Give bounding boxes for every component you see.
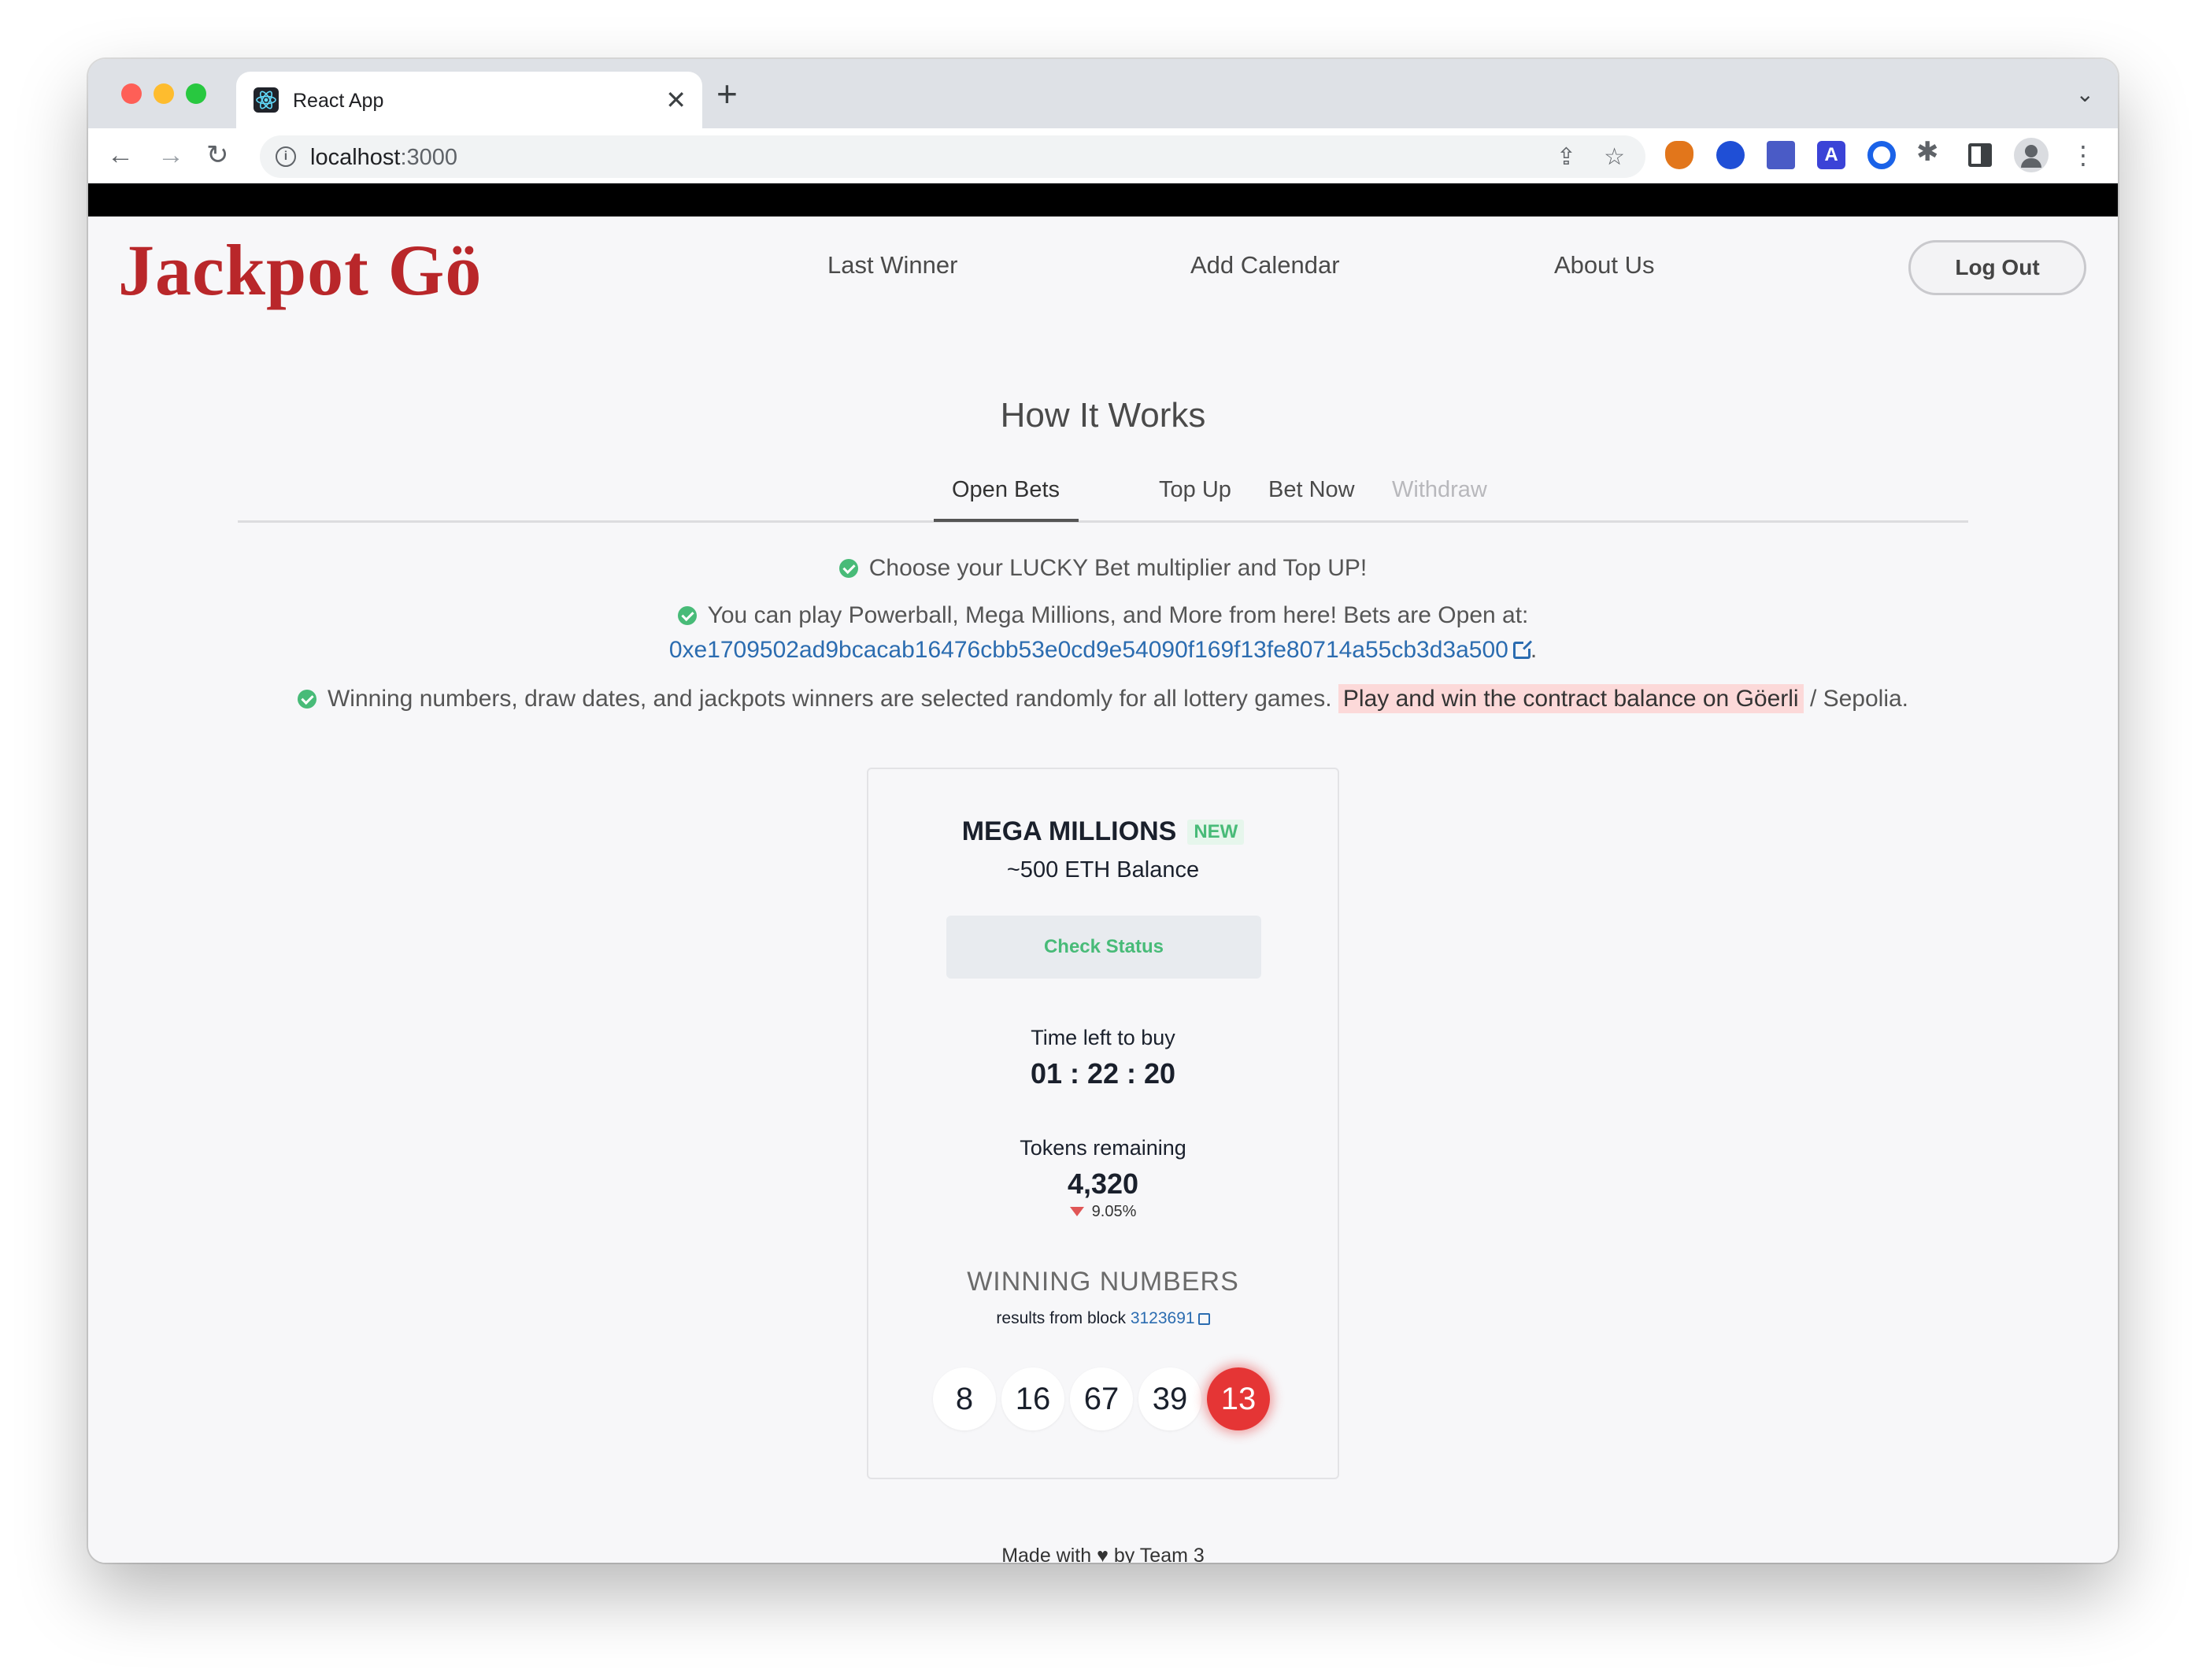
tab-title: React App — [293, 90, 384, 112]
tokens-value: 4,320 — [1067, 1167, 1139, 1200]
url-text[interactable]: localhost:3000 — [310, 145, 457, 171]
url-host: localhost — [310, 145, 401, 170]
page-title: How It Works — [1000, 396, 1206, 435]
check-status-button[interactable]: Check Status — [946, 916, 1261, 979]
browser-window: React App ✕ + ⌄ ← → ↻ i localhost:3000 ⇪… — [88, 59, 2118, 1563]
footer-text-before: Made with — [1001, 1545, 1092, 1563]
forward-arrow-icon[interactable]: → — [157, 138, 184, 172]
close-window-button[interactable] — [121, 83, 142, 104]
heart-icon: ♥ — [1097, 1545, 1109, 1563]
external-link-icon[interactable] — [1512, 639, 1533, 659]
lottery-card: MEGA MILLIONS NEW ~500 ETH Balance Check … — [867, 768, 1339, 1479]
external-link-icon[interactable] — [1197, 1313, 1210, 1325]
active-tab-indicator — [934, 519, 1079, 522]
maximize-window-button[interactable] — [186, 83, 206, 104]
info-text-2: You can play Powerball, Mega Millions, a… — [707, 602, 1529, 628]
extension-ring-icon[interactable] — [1867, 141, 1896, 169]
new-badge: NEW — [1187, 820, 1245, 845]
check-circle-icon — [677, 606, 697, 625]
nav-add-calendar[interactable]: Add Calendar — [1190, 251, 1340, 279]
time-left-value: 01 : 22 : 20 — [1030, 1057, 1176, 1090]
tokens-change: 9.05% — [868, 1203, 1338, 1221]
minimize-window-button[interactable] — [154, 83, 174, 104]
address-bar[interactable]: i localhost:3000 ⇪ ☆ — [260, 135, 1645, 178]
tabs: Open Bets Top Up Bet Now Withdraw — [238, 472, 1968, 523]
logout-button[interactable]: Log Out — [1908, 240, 2086, 295]
close-icon[interactable]: ✕ — [665, 84, 687, 116]
nav-about-us[interactable]: About Us — [1554, 251, 1655, 279]
results-line: results from block 3123691 — [868, 1309, 1338, 1328]
page-content: Jackpot Gö Last Winner Add Calendar Abou… — [88, 216, 2118, 1563]
react-icon — [254, 87, 279, 113]
tab-bet-now[interactable]: Bet Now — [1268, 477, 1355, 503]
number-ball: 8 — [933, 1367, 996, 1430]
metamask-fox-icon[interactable] — [1665, 141, 1693, 169]
highlighted-text: Play and win the contract balance on Göe… — [1338, 684, 1804, 713]
tab-withdraw: Withdraw — [1392, 477, 1487, 502]
nav-last-winner[interactable]: Last Winner — [827, 251, 957, 279]
site-logo[interactable]: Jackpot Gö — [118, 231, 482, 309]
check-circle-icon — [838, 559, 858, 578]
new-tab-button[interactable]: + — [716, 75, 738, 113]
tokens-change-value: 9.05% — [1091, 1203, 1137, 1220]
extension-a-icon[interactable]: A — [1817, 141, 1845, 169]
check-circle-icon — [297, 690, 316, 709]
tab-top-up[interactable]: Top Up — [1159, 477, 1231, 503]
contract-address-line: 0xe1709502ad9bcacab16476cbb53e0cd9e54090… — [88, 637, 2118, 664]
page-footer: Made with ♥ by Team 3 — [88, 1545, 2118, 1563]
extension-globe-icon[interactable] — [1716, 141, 1745, 169]
winning-numbers-title: WINNING NUMBERS — [967, 1267, 1239, 1297]
number-ball: 39 — [1138, 1367, 1201, 1430]
tokens-label: Tokens remaining — [1020, 1136, 1186, 1160]
info-text-1: Choose your LUCKY Bet multiplier and Top… — [868, 555, 1368, 581]
info-line-2: You can play Powerball, Mega Millions, a… — [88, 602, 2118, 629]
profile-avatar-icon[interactable] — [2014, 138, 2049, 172]
info-text-3: Winning numbers, draw dates, and jackpot… — [327, 686, 1332, 712]
kebab-menu-icon[interactable]: ⋮ — [2071, 138, 2096, 172]
info-text-3b: / Sepolia. — [1809, 686, 1909, 712]
back-arrow-icon[interactable]: ← — [107, 138, 134, 172]
tab-strip: React App ✕ + ⌄ — [88, 59, 2118, 128]
winning-number-balls: 8 16 67 39 13 — [868, 1367, 1338, 1430]
contract-address-link[interactable]: 0xe1709502ad9bcacab16476cbb53e0cd9e54090… — [669, 637, 1508, 663]
share-icon[interactable]: ⇪ — [1556, 143, 1576, 171]
chevron-down-icon[interactable]: ⌄ — [2076, 81, 2094, 107]
browser-tab[interactable]: React App ✕ — [236, 72, 702, 128]
down-triangle-icon — [1069, 1207, 1084, 1216]
card-title: MEGA MILLIONS NEW — [868, 816, 1338, 847]
extension-wave-icon[interactable] — [1767, 141, 1795, 169]
balance-text: ~500 ETH Balance — [1006, 857, 1200, 883]
game-name: MEGA MILLIONS — [961, 816, 1177, 846]
url-port: :3000 — [400, 145, 458, 170]
extensions-puzzle-icon[interactable]: ✱ — [1916, 136, 1945, 167]
top-black-bar — [88, 183, 2118, 216]
info-line-1: Choose your LUCKY Bet multiplier and Top… — [88, 555, 2118, 582]
block-link[interactable]: 3123691 — [1131, 1309, 1195, 1327]
info-icon[interactable]: i — [276, 146, 296, 167]
info-line-3: Winning numbers, draw dates, and jackpot… — [88, 684, 2118, 713]
tab-open-bets[interactable]: Open Bets — [952, 477, 1060, 503]
bookmark-star-icon[interactable]: ☆ — [1604, 143, 1625, 171]
results-prefix: results from block — [996, 1309, 1126, 1327]
number-ball: 16 — [1001, 1367, 1064, 1430]
time-left-label: Time left to buy — [1031, 1026, 1175, 1049]
number-ball: 67 — [1070, 1367, 1133, 1430]
reload-icon[interactable]: ↻ — [206, 138, 229, 172]
footer-text-after: by Team 3 — [1113, 1545, 1205, 1563]
mega-ball: 13 — [1207, 1367, 1270, 1430]
side-panel-icon[interactable] — [1968, 143, 1992, 167]
browser-toolbar: ← → ↻ i localhost:3000 ⇪ ☆ A ✱ ⋮ — [88, 128, 2118, 183]
